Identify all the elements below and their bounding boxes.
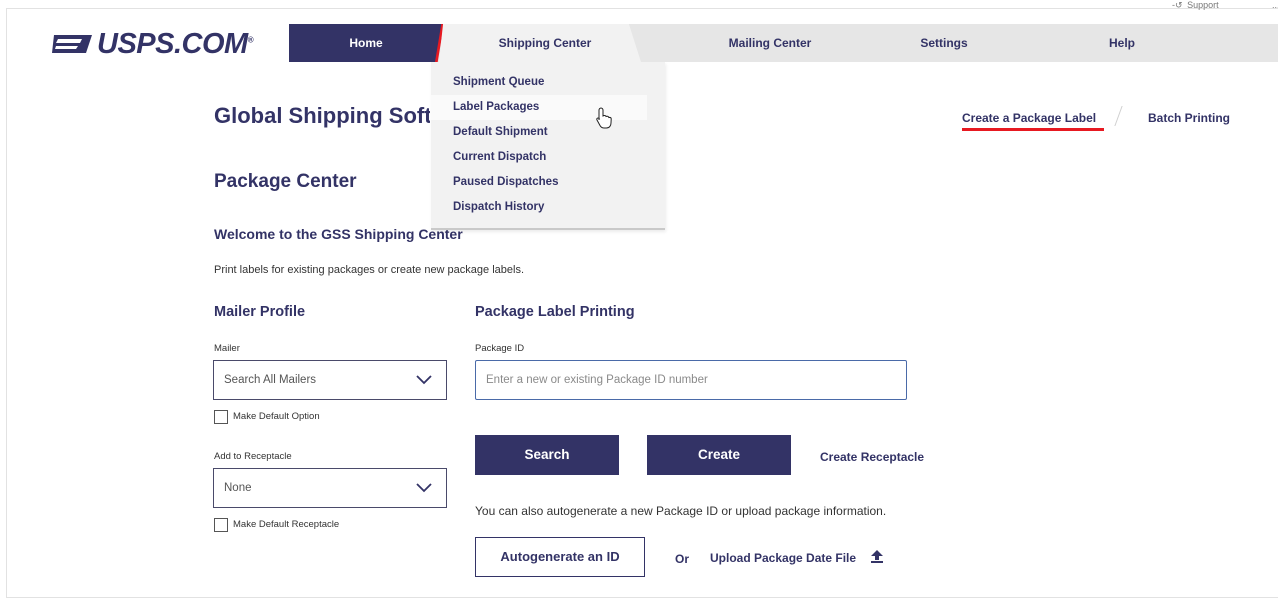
make-default-receptacle-label: Make Default Receptacle (233, 519, 340, 530)
receptacle-label: Add to Receptacle (214, 451, 292, 462)
chevron-down-icon (416, 375, 432, 385)
receptacle-select-value: None (224, 482, 252, 494)
nav-mailing-center[interactable]: Mailing Center (665, 24, 875, 62)
make-default-receptacle-checkbox[interactable] (214, 518, 228, 532)
eagle-logo-icon (52, 35, 92, 53)
intro-text: Print labels for existing packages or cr… (214, 264, 525, 276)
label-printing-heading: Package Label Printing (475, 304, 635, 320)
shipping-center-dropdown: Shipment Queue Label Packages Default Sh… (431, 62, 665, 230)
mailer-select[interactable]: Search All Mailers (213, 360, 447, 400)
active-link-underline (962, 128, 1104, 131)
menu-item-label-packages[interactable]: Label Packages (431, 95, 647, 120)
menu-item-shipment-queue[interactable]: Shipment Queue (431, 70, 647, 95)
hand-cursor-icon (596, 107, 612, 129)
top-utility-bar[interactable]: ‑↺ Support ... (1172, 0, 1278, 11)
page-subtitle: Package Center (214, 171, 357, 192)
make-default-option-checkbox[interactable] (214, 410, 228, 424)
menu-item-current-dispatch[interactable]: Current Dispatch (431, 145, 647, 170)
chevron-down-icon (416, 483, 432, 493)
mailer-label: Mailer (214, 343, 240, 354)
page-title-clip: Global Shipping Software (214, 100, 430, 134)
support-icon: ‑↺ (1172, 0, 1183, 10)
brand-name: USPS.COM® (97, 27, 254, 60)
create-package-label-link[interactable]: Create a Package Label (962, 111, 1096, 125)
upload-icon[interactable] (870, 549, 884, 563)
nav-help[interactable]: Help (1077, 24, 1167, 62)
support-link[interactable]: Support (1187, 0, 1219, 10)
mailer-profile-heading: Mailer Profile (214, 304, 306, 320)
receptacle-select[interactable]: None (213, 468, 447, 508)
more-icon[interactable]: ... (1272, 0, 1278, 10)
page-title: Global Shipping Software (214, 103, 430, 128)
batch-printing-link[interactable]: Batch Printing (1148, 111, 1230, 125)
upload-package-file-link[interactable]: Upload Package Date File (710, 551, 856, 565)
usps-logo[interactable]: USPS.COM® (52, 27, 254, 60)
nav-home[interactable]: Home (289, 24, 443, 62)
mailer-select-value: Search All Mailers (224, 374, 317, 386)
make-default-option-label: Make Default Option (233, 411, 320, 422)
create-receptacle-link[interactable]: Create Receptacle (820, 450, 924, 464)
menu-item-paused-dispatches[interactable]: Paused Dispatches (431, 170, 647, 195)
package-id-input[interactable] (475, 360, 907, 400)
nav-settings[interactable]: Settings (901, 24, 987, 62)
search-button[interactable]: Search (475, 435, 619, 475)
autogenerate-id-button[interactable]: Autogenerate an ID (475, 537, 645, 577)
nav-shipping-center[interactable]: Shipping Center (445, 24, 645, 62)
main-nav: Home Shipping Center Mailing Center Sett… (289, 24, 1278, 62)
package-id-label: Package ID (475, 343, 525, 354)
or-text: Or (675, 552, 690, 566)
menu-item-default-shipment[interactable]: Default Shipment (431, 120, 647, 145)
autogenerate-help-text: You can also autogenerate a new Package … (475, 504, 887, 518)
create-button[interactable]: Create (647, 435, 791, 475)
menu-item-dispatch-history[interactable]: Dispatch History (431, 195, 647, 220)
